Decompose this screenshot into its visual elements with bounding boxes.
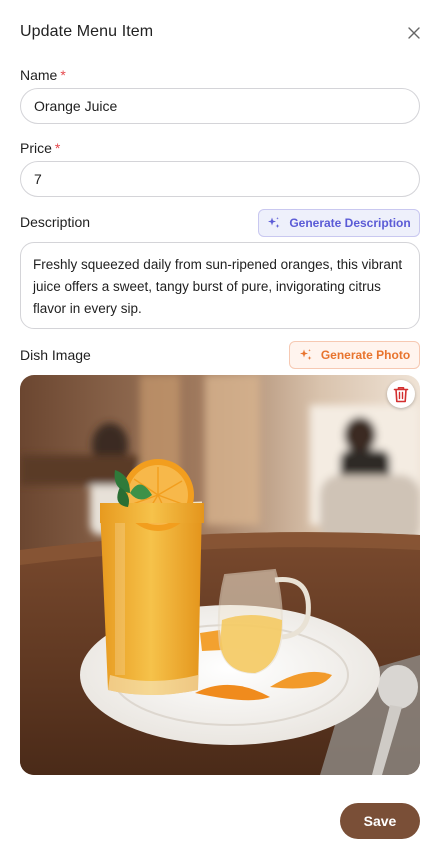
sparkle-icon <box>299 349 312 360</box>
name-label: Name * <box>20 67 66 83</box>
price-input-value: 7 <box>34 171 42 187</box>
update-menu-item-dialog: Update Menu Item Name * Orange Juice Pric… <box>0 0 440 858</box>
save-button[interactable]: Save <box>340 803 420 839</box>
name-label-text: Name <box>20 67 58 83</box>
description-textarea[interactable]: Freshly squeezed daily from sun-ripened … <box>20 242 420 329</box>
sparkle-icon <box>268 217 280 228</box>
generate-description-button[interactable]: Generate Description <box>258 209 420 237</box>
delete-image-button[interactable] <box>387 380 415 408</box>
description-label: Description <box>20 214 91 230</box>
name-input-value: Orange Juice <box>34 98 118 114</box>
dish-image-label: Dish Image <box>20 347 91 363</box>
dialog-title: Update Menu Item <box>20 23 154 40</box>
trash-icon <box>393 386 409 402</box>
generate-photo-button[interactable]: Generate Photo <box>289 341 420 369</box>
price-label: Price * <box>20 140 60 156</box>
generate-photo-label: Generate Photo <box>320 348 411 362</box>
price-label-text: Price <box>20 140 52 156</box>
price-required-mark: * <box>54 140 61 156</box>
dish-image <box>20 375 420 775</box>
generate-description-label: Generate Description <box>289 216 411 230</box>
price-input[interactable]: 7 <box>20 161 420 197</box>
name-input[interactable]: Orange Juice <box>20 88 420 124</box>
close-icon[interactable] <box>405 24 423 42</box>
name-required-mark: * <box>60 67 66 83</box>
